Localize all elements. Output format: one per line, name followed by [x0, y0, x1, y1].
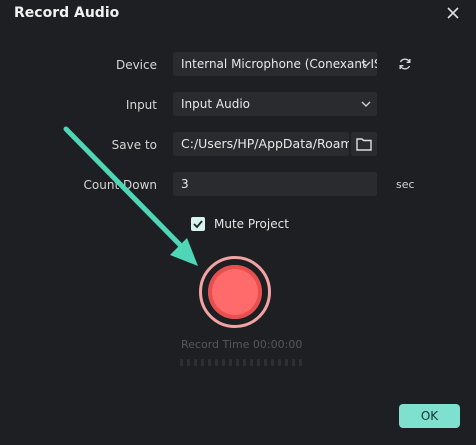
chevron-down-icon [361, 61, 371, 67]
device-label: Device [115, 58, 157, 72]
save-to-label: Save to [111, 138, 157, 152]
close-icon[interactable] [444, 4, 462, 22]
record-audio-dialog: Record Audio Device Internal Microphone … [0, 0, 476, 445]
input-value: Input Audio [181, 97, 250, 111]
browse-folder-button[interactable] [351, 132, 377, 156]
chevron-down-icon [361, 101, 371, 107]
refresh-icon[interactable] [397, 56, 413, 72]
folder-icon [356, 138, 372, 151]
save-path-field[interactable]: C:/Users/HP/AppData/Roam [173, 132, 349, 156]
countdown-input[interactable]: 3 [173, 172, 377, 196]
ok-button[interactable]: OK [399, 404, 460, 428]
mute-project-checkbox[interactable] [191, 217, 205, 231]
input-label: Input [125, 98, 157, 112]
audio-level-meter [180, 359, 302, 366]
mute-project-label: Mute Project [214, 217, 289, 231]
dialog-title: Record Audio [14, 5, 120, 21]
input-dropdown[interactable]: Input Audio [173, 92, 377, 116]
device-dropdown[interactable]: Internal Microphone (Conexant IS [173, 52, 377, 76]
record-time: Record Time 00:00:00 [181, 338, 303, 351]
countdown-label: Count Down [83, 178, 157, 192]
save-path-value: C:/Users/HP/AppData/Roam [181, 136, 349, 151]
countdown-unit: sec [396, 178, 415, 191]
device-value: Internal Microphone (Conexant IS [181, 57, 377, 71]
checkmark-icon [193, 220, 203, 229]
record-button-core[interactable] [208, 265, 262, 319]
countdown-value: 3 [181, 177, 189, 191]
